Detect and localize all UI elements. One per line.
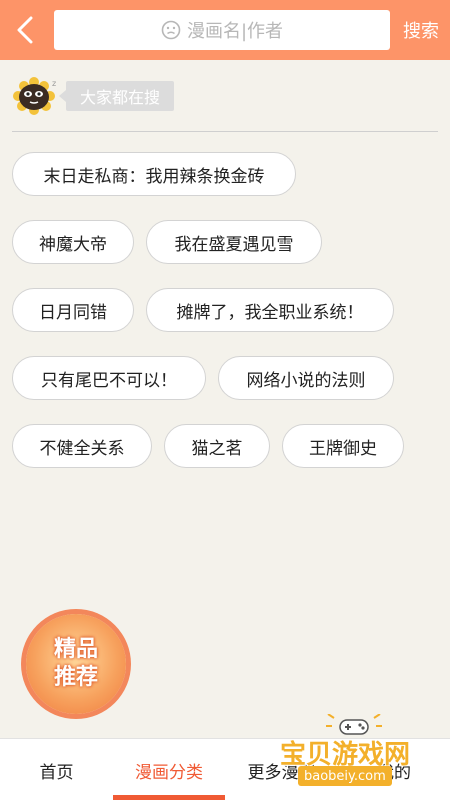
chevron-left-icon bbox=[17, 16, 33, 44]
tag-item[interactable]: 王牌御史 bbox=[282, 424, 404, 468]
search-button[interactable]: 搜索 bbox=[392, 12, 450, 48]
nav-home[interactable]: 首页 bbox=[0, 739, 113, 800]
featured-recommend-badge[interactable]: 精品 推荐 bbox=[26, 614, 126, 714]
top-bar: 漫画名|作者 搜索 bbox=[0, 0, 450, 60]
badge-line-1: 精品 bbox=[53, 637, 98, 662]
badge-line-2: 推荐 bbox=[53, 665, 98, 690]
tag-item[interactable]: 末日走私商：我用辣条换金砖 bbox=[12, 152, 296, 196]
svg-text:z: z bbox=[52, 79, 56, 88]
tag-item[interactable]: 网络小说的法则 bbox=[218, 356, 394, 400]
watermark: 宝贝游戏网 baobeiy.com bbox=[272, 714, 432, 798]
search-input[interactable]: 漫画名|作者 bbox=[54, 10, 390, 50]
hot-search-label: 大家都在搜 bbox=[58, 81, 175, 111]
back-button[interactable] bbox=[8, 12, 42, 48]
tag-item[interactable]: 摊牌了，我全职业系统！ bbox=[146, 288, 394, 332]
active-tab-indicator bbox=[113, 795, 225, 800]
watermark-url: baobeiy.com bbox=[298, 766, 392, 786]
tag-item[interactable]: 日月同错 bbox=[12, 288, 134, 332]
tag-item[interactable]: 猫之茗 bbox=[164, 424, 270, 468]
mascot-icon: z bbox=[13, 77, 56, 115]
tag-item[interactable]: 我在盛夏遇见雪 bbox=[146, 220, 322, 264]
nav-category[interactable]: 漫画分类 bbox=[113, 739, 225, 800]
divider bbox=[12, 131, 438, 132]
tag-item[interactable]: 只有尾巴不可以！ bbox=[12, 356, 206, 400]
tag-item[interactable]: 不健全关系 bbox=[12, 424, 152, 468]
face-icon bbox=[161, 20, 181, 40]
tag-item[interactable]: 神魔大帝 bbox=[12, 220, 134, 264]
search-placeholder: 漫画名|作者 bbox=[186, 21, 284, 42]
